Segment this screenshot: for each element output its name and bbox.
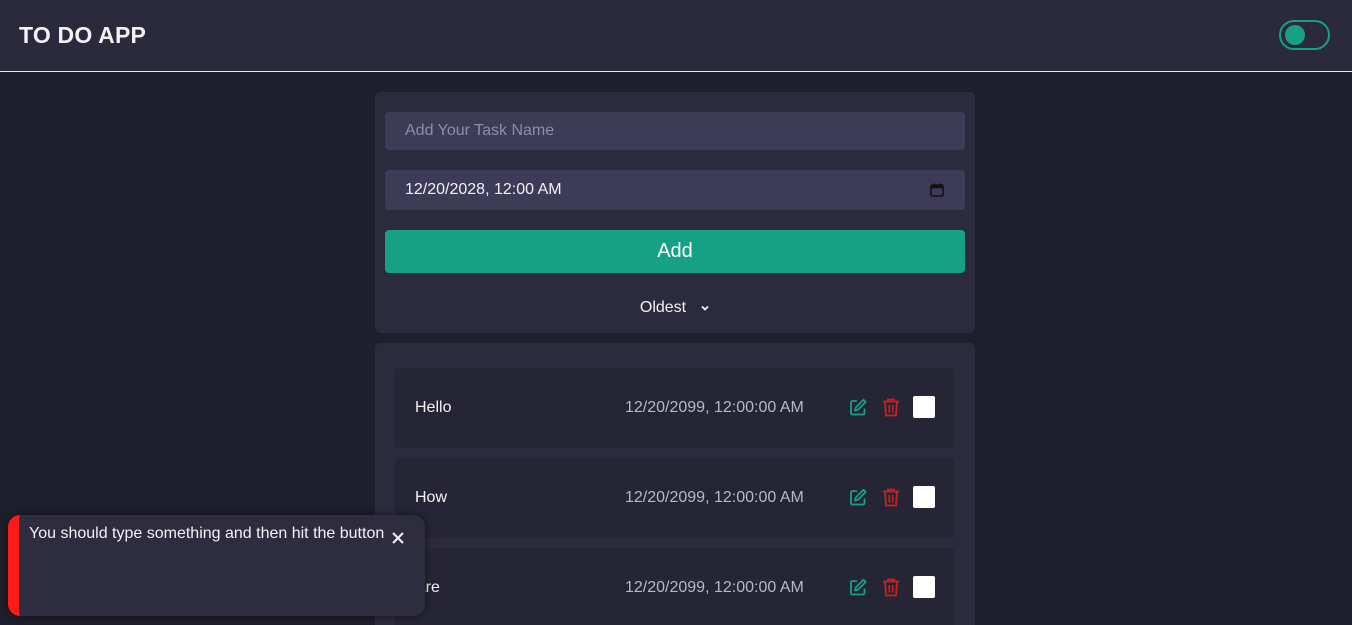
trash-icon[interactable] (881, 487, 901, 508)
task-date: 12/20/2099, 12:00:00 AM (625, 399, 804, 416)
task-name: Hello (415, 399, 452, 416)
app-header: TO DO APP (0, 0, 1352, 72)
add-task-button[interactable]: Add (385, 230, 965, 273)
sort-select[interactable]: Oldest (625, 296, 725, 320)
task-list: Hello 12/20/2099, 12:00:00 AM How 12/20/… (375, 343, 975, 625)
task-complete-checkbox[interactable] (913, 396, 935, 418)
chevron-down-icon (701, 305, 709, 311)
edit-icon[interactable] (848, 487, 868, 508)
due-date-input[interactable]: 12/20/2028, 12:00 AM (385, 170, 965, 210)
task-row: Are 12/20/2099, 12:00:00 AM (395, 548, 954, 625)
task-name: How (415, 489, 448, 506)
task-date: 12/20/2099, 12:00:00 AM (625, 579, 804, 596)
edit-icon[interactable] (848, 397, 868, 418)
theme-toggle[interactable] (1279, 20, 1330, 50)
close-icon[interactable] (391, 531, 405, 545)
app-title: TO DO APP (19, 22, 147, 48)
task-complete-checkbox[interactable] (913, 486, 935, 508)
edit-icon[interactable] (848, 577, 868, 598)
task-row: How 12/20/2099, 12:00:00 AM (395, 458, 954, 538)
add-task-form: 12/20/2028, 12:00 AM Add Oldest (375, 92, 975, 333)
trash-icon[interactable] (881, 577, 901, 598)
toggle-knob (1285, 25, 1305, 45)
due-date-value: 12/20/2028, 12:00 AM (405, 181, 562, 198)
toast-message: You should type something and then hit t… (29, 525, 385, 542)
calendar-icon[interactable] (929, 182, 945, 198)
task-name-input[interactable] (385, 112, 965, 150)
task-date: 12/20/2099, 12:00:00 AM (625, 489, 804, 506)
error-toast: You should type something and then hit t… (8, 515, 425, 616)
task-row: Hello 12/20/2099, 12:00:00 AM (395, 368, 954, 448)
trash-icon[interactable] (881, 397, 901, 418)
task-complete-checkbox[interactable] (913, 576, 935, 598)
sort-selected-value: Oldest (639, 299, 687, 316)
